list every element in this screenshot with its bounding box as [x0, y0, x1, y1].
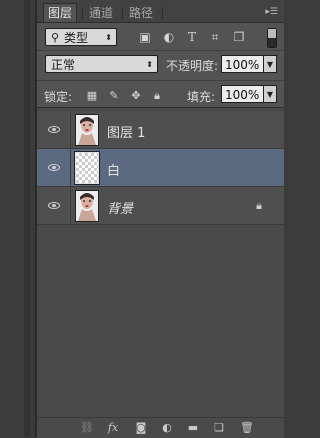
divider [37, 80, 284, 81]
blend-mode-value: 正常 [51, 58, 76, 72]
layer-thumbnail [74, 151, 100, 185]
layer-name[interactable]: 图层 1 [107, 122, 145, 141]
panel-menu-icon[interactable]: ▸☰ [265, 8, 278, 17]
opacity-dropdown-button[interactable]: ▼ [264, 55, 277, 73]
left-gutter [0, 0, 30, 437]
layer-name[interactable]: 白 [107, 160, 120, 179]
filter-kind-dropdown[interactable]: ⚲ 类型 ⬍ [45, 28, 117, 46]
layer-row[interactable]: 图层 1 [37, 111, 284, 149]
smart-object-filter-icon[interactable]: ❐ [232, 30, 246, 44]
fill-dropdown-button[interactable]: ▼ [264, 85, 277, 103]
eye-icon [48, 202, 60, 209]
lock-transparent-pixels-icon[interactable]: ▦ [85, 89, 99, 103]
new-group-icon[interactable]: ▬ [186, 421, 200, 435]
chevron-updown-icon: ⬍ [105, 33, 112, 42]
image-filter-icon[interactable]: ▣ [138, 30, 152, 44]
lock-position-icon[interactable]: ✥ [129, 89, 143, 103]
opacity-input[interactable]: 100% [221, 55, 264, 73]
adjustment-filter-icon[interactable]: ◐ [162, 30, 176, 44]
new-layer-icon[interactable]: ❏ [212, 421, 226, 435]
filter-kind-label: 类型 [64, 31, 89, 45]
layer-name[interactable]: 背景 [107, 198, 133, 217]
filter-toggle-switch[interactable] [267, 28, 277, 48]
fx-icon[interactable]: fx [106, 421, 120, 435]
layer-thumbnail [75, 190, 99, 222]
lock-image-pixels-icon[interactable]: ✎ [107, 89, 121, 103]
tab-divider [162, 7, 163, 19]
adjustment-layer-icon[interactable]: ◐ [160, 421, 174, 435]
fill-label: 填充: [187, 90, 216, 104]
lock-label: 锁定: [44, 90, 73, 104]
layers-panel: 图层 通道 路径 ▸☰ ⚲ 类型 ⬍ ▣ ◐ T ⌗ ❐ 正常 ⬍ 不透明度: … [37, 0, 284, 438]
tab-paths[interactable]: 路径 [125, 4, 157, 22]
shape-filter-icon[interactable]: ⌗ [208, 30, 222, 44]
blend-mode-dropdown[interactable]: 正常 ⬍ [45, 55, 158, 73]
eye-icon [48, 164, 60, 171]
link-layers-icon[interactable]: ⛓ [80, 421, 94, 435]
panel-bottom-bar: ⛓ fx ◙ ◐ ▬ ❏ 🗑︎ [37, 417, 284, 438]
layer-thumbnail [75, 114, 99, 146]
layers-list: 图层 1 白 背景 🔒︎ [37, 107, 284, 418]
fill-input[interactable]: 100% [221, 85, 264, 103]
eye-icon [48, 126, 60, 133]
visibility-toggle[interactable] [37, 111, 71, 149]
visibility-toggle[interactable] [37, 149, 71, 187]
panel-tab-bar: 图层 通道 路径 ▸☰ [37, 0, 284, 23]
layer-row[interactable]: 背景 🔒︎ [37, 187, 284, 225]
lock-all-icon[interactable]: 🔒︎ [150, 89, 164, 103]
tab-divider [82, 7, 83, 19]
opacity-label: 不透明度: [166, 59, 219, 73]
tab-layers[interactable]: 图层 [43, 3, 78, 22]
tab-channels[interactable]: 通道 [85, 4, 117, 22]
visibility-toggle[interactable] [37, 187, 71, 225]
delete-layer-icon[interactable]: 🗑︎ [240, 421, 254, 435]
lock-icon: 🔒︎ [256, 199, 262, 212]
add-mask-icon[interactable]: ◙ [134, 421, 148, 435]
text-filter-icon[interactable]: T [185, 30, 199, 44]
chevron-updown-icon: ⬍ [146, 60, 153, 69]
tab-divider [122, 7, 123, 19]
search-icon: ⚲ [51, 31, 60, 44]
divider [37, 50, 284, 51]
layer-row[interactable]: 白 [37, 149, 284, 187]
